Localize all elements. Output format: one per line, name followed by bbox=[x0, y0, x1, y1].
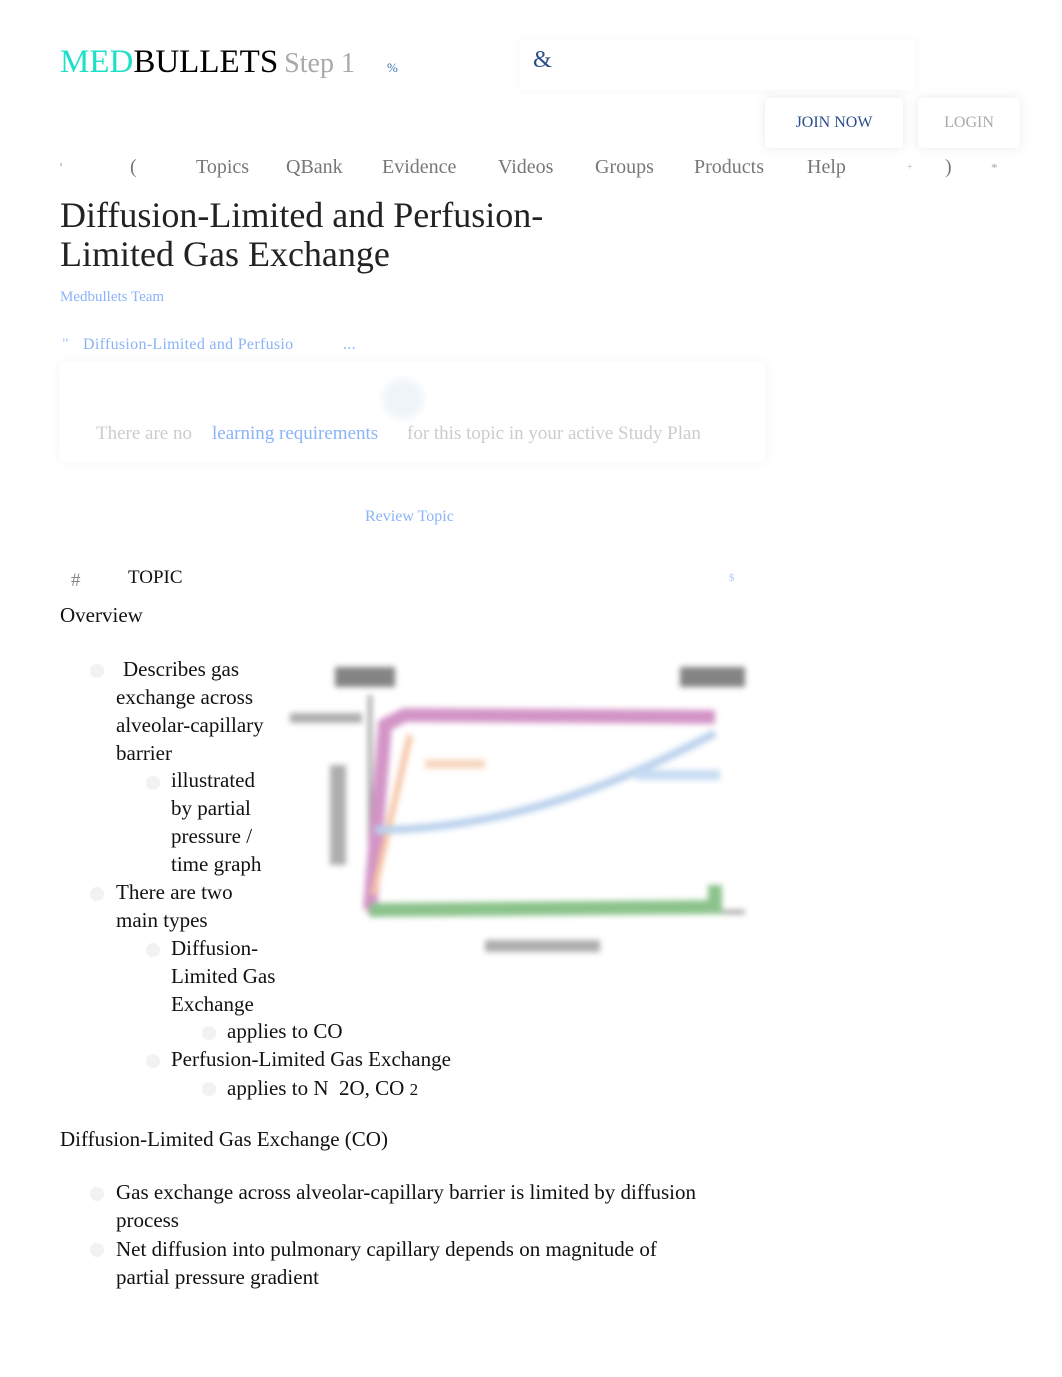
bullet-icon bbox=[90, 1187, 104, 1201]
list-item: Describes gas exchange across alveolar-c… bbox=[116, 657, 264, 765]
nav-groups[interactable]: Groups bbox=[595, 156, 654, 179]
graph-label bbox=[425, 760, 485, 768]
graph-label bbox=[485, 940, 600, 952]
page-title: Diffusion-Limited and Perfusion-Limited … bbox=[60, 195, 544, 274]
list-item: Net diffusion into pulmonary capillary d… bbox=[116, 1237, 657, 1289]
partial-pressure-time-graph bbox=[290, 667, 745, 952]
baseline-curve bbox=[369, 885, 722, 917]
join-now-button[interactable]: JOIN NOW bbox=[765, 98, 903, 148]
breadcrumb-icon: " bbox=[62, 336, 69, 353]
bullet-icon bbox=[146, 943, 160, 957]
bullet-icon bbox=[90, 887, 104, 901]
breadcrumb[interactable]: Diffusion-Limited and Perfusio bbox=[83, 336, 293, 354]
n2o-curve bbox=[363, 707, 716, 911]
nav-topics[interactable]: Topics bbox=[196, 156, 249, 179]
bullet-icon bbox=[146, 776, 160, 790]
topic-icon: # bbox=[71, 570, 81, 591]
breadcrumb-more[interactable]: ... bbox=[343, 336, 356, 354]
list-item: There are two main types bbox=[116, 880, 233, 932]
nav-icon[interactable]: + bbox=[907, 162, 913, 173]
step-label: Step 1 bbox=[284, 48, 355, 79]
nav-icon[interactable]: * bbox=[991, 160, 998, 176]
graph-label bbox=[335, 667, 395, 687]
nav-icon[interactable]: ' bbox=[60, 160, 62, 175]
bullet-icon bbox=[146, 1054, 160, 1068]
author-link[interactable]: Medbullets Team bbox=[60, 289, 164, 306]
learning-requirements-link[interactable]: learning requirements bbox=[212, 423, 378, 445]
bullet-icon bbox=[90, 664, 104, 678]
nav-evidence[interactable]: Evidence bbox=[382, 156, 456, 179]
list-item: applies to CO bbox=[227, 1019, 343, 1043]
graph-label bbox=[290, 713, 362, 723]
nav-qbank[interactable]: QBank bbox=[286, 156, 343, 179]
list-item: applies to N 2O, CO 2 bbox=[227, 1076, 419, 1100]
search-input[interactable] bbox=[520, 40, 915, 90]
nav-icon[interactable]: ( bbox=[130, 156, 137, 179]
section-heading-diffusion: Diffusion-Limited Gas Exchange (CO) bbox=[60, 1127, 388, 1151]
search-icon[interactable]: & bbox=[533, 47, 552, 74]
study-plan-text: There are no bbox=[96, 423, 192, 444]
list-item: Perfusion-Limited Gas Exchange bbox=[171, 1047, 451, 1071]
list-item: Gas exchange across alveolar-capillary b… bbox=[116, 1180, 696, 1232]
nav-products[interactable]: Products bbox=[694, 156, 764, 179]
study-plan-text: for this topic in your active Study Plan bbox=[407, 423, 701, 444]
section-heading-overview: Overview bbox=[60, 603, 143, 627]
dropdown-icon[interactable]: % bbox=[387, 60, 398, 76]
logo[interactable]: MEDBULLETS Step 1 bbox=[60, 44, 355, 81]
review-topic-link[interactable]: Review Topic bbox=[365, 508, 454, 526]
graph-label bbox=[330, 765, 346, 865]
loading-icon bbox=[378, 375, 428, 423]
bullet-icon bbox=[202, 1026, 216, 1040]
graph-label bbox=[680, 667, 745, 687]
login-button[interactable]: LOGIN bbox=[918, 98, 1020, 148]
list-item: illustrated by partial pressure / time g… bbox=[171, 768, 262, 876]
nav-videos[interactable]: Videos bbox=[498, 156, 553, 179]
nav-icon[interactable]: ) bbox=[945, 156, 952, 179]
bullet-icon bbox=[202, 1082, 216, 1096]
topic-label: TOPIC bbox=[128, 567, 183, 588]
graph-label bbox=[635, 770, 720, 780]
list-item: Diffusion-Limited Gas Exchange bbox=[171, 936, 276, 1016]
topic-action-icon[interactable]: $ bbox=[729, 572, 735, 584]
bullet-icon bbox=[90, 1243, 104, 1257]
co-curve bbox=[374, 729, 717, 834]
nav-help[interactable]: Help bbox=[807, 156, 846, 179]
